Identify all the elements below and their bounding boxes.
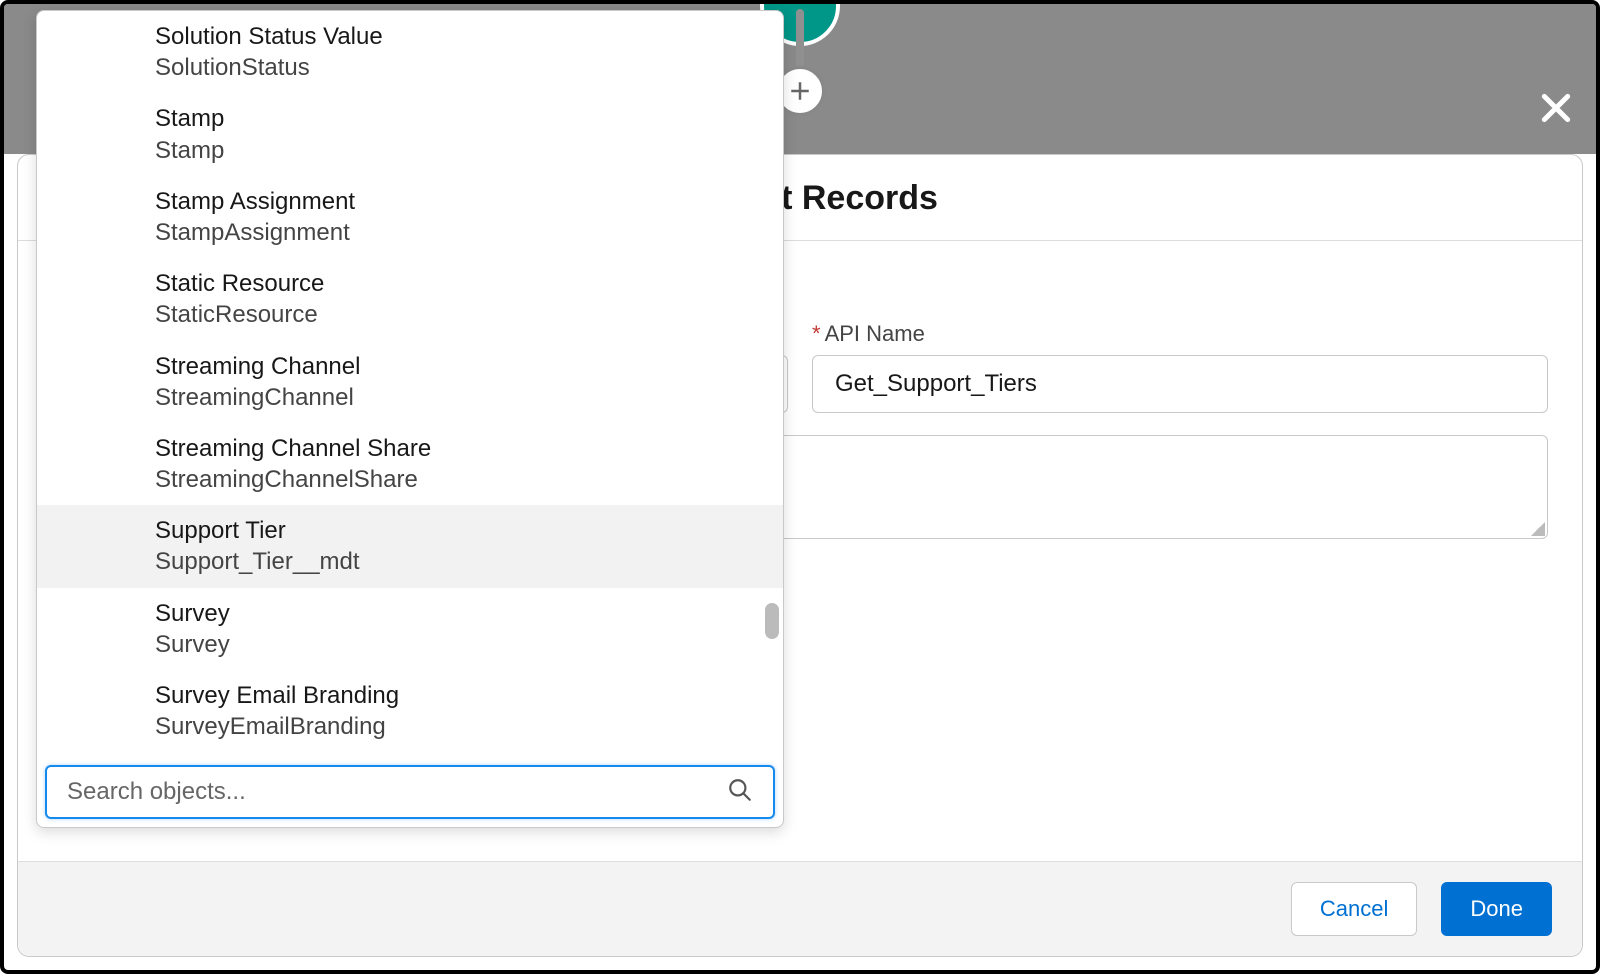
object-option[interactable]: Solution Status ValueSolutionStatus <box>37 11 783 93</box>
object-option-api: Survey <box>155 629 757 660</box>
api-name-field-label: API Name <box>825 321 925 346</box>
object-option-api: StaticResource <box>155 299 757 330</box>
object-option-api: SurveyEmailBranding <box>155 711 757 742</box>
flow-connector <box>796 9 804 67</box>
object-option[interactable]: Static ResourceStaticResource <box>37 258 783 340</box>
object-option-label: Static Resource <box>155 268 757 299</box>
object-option[interactable]: SurveySurvey <box>37 588 783 670</box>
object-option[interactable]: Streaming ChannelStreamingChannel <box>37 341 783 423</box>
object-dropdown: Solution Status ValueSolutionStatusStamp… <box>36 10 784 828</box>
object-option-api: StreamingChannelShare <box>155 464 757 495</box>
object-option[interactable]: StampStamp <box>37 93 783 175</box>
object-dropdown-list[interactable]: Solution Status ValueSolutionStatusStamp… <box>37 11 783 765</box>
object-option-api: SolutionStatus <box>155 52 757 83</box>
object-option-label: Survey Email Branding <box>155 680 757 711</box>
object-option-api: Support_Tier__mdt <box>155 546 757 577</box>
object-option-label: Support Tier <box>155 515 757 546</box>
object-option-label: Streaming Channel <box>155 351 757 382</box>
scrollbar-thumb[interactable] <box>765 603 779 639</box>
object-option-api: Stamp <box>155 135 757 166</box>
object-option[interactable]: Support TierSupport_Tier__mdt <box>37 505 783 587</box>
object-search-box[interactable] <box>45 765 775 819</box>
close-button[interactable] <box>1534 86 1578 130</box>
object-option[interactable]: Streaming Channel ShareStreamingChannelS… <box>37 423 783 505</box>
object-option-api: StampAssignment <box>155 217 757 248</box>
object-option-label: Stamp <box>155 103 757 134</box>
object-option-label: Stamp Assignment <box>155 186 757 217</box>
object-option[interactable]: Stamp AssignmentStampAssignment <box>37 176 783 258</box>
cancel-button[interactable]: Cancel <box>1291 882 1417 936</box>
object-option-api: StreamingChannel <box>155 382 757 413</box>
api-name-input[interactable] <box>812 355 1548 413</box>
object-option-label: Survey <box>155 598 757 629</box>
object-option[interactable]: Survey Email BrandingSurveyEmailBranding <box>37 670 783 752</box>
object-option-label: Solution Status Value <box>155 21 757 52</box>
object-option-label: Streaming Channel Share <box>155 433 757 464</box>
done-button[interactable]: Done <box>1441 882 1552 936</box>
search-icon <box>727 777 753 808</box>
object-search-input[interactable] <box>67 778 727 806</box>
